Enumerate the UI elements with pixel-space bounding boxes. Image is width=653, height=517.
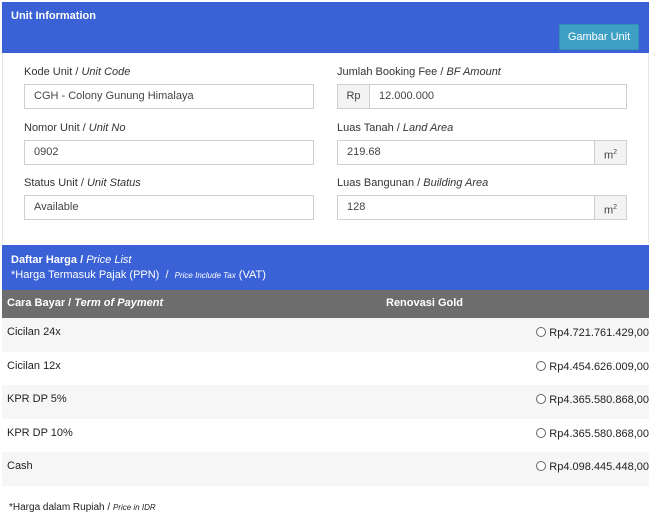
- price-list-title: Daftar Harga / Price List: [11, 254, 132, 266]
- price-option[interactable]: Rp4.098.445.448,00: [536, 461, 649, 473]
- kode-unit-field[interactable]: CGH - Colony Gunung Himalaya: [24, 84, 314, 109]
- tax-note: *Harga Termasuk Pajak (PPN) / Price Incl…: [11, 269, 266, 281]
- price-value: Rp4.098.445.448,00: [549, 461, 649, 473]
- table-row: Cicilan 24x Rp4.721.761.429,00: [2, 318, 649, 352]
- nomor-unit-field[interactable]: 0902: [24, 140, 314, 165]
- kode-unit-label: Kode Unit / Unit Code: [24, 66, 131, 78]
- unit-info-title: Unit Information: [11, 10, 96, 22]
- price-option[interactable]: Rp4.365.580.868,00: [536, 428, 649, 440]
- luas-bangunan-field[interactable]: 128: [337, 195, 595, 220]
- payment-term: Cash: [7, 460, 33, 472]
- price-list-header: Daftar Harga / Price List *Harga Termasu…: [2, 245, 649, 290]
- table-row: KPR DP 5% Rp4.365.580.868,00: [2, 385, 649, 419]
- unit-info-header: Unit Information Gambar Unit: [2, 2, 649, 53]
- table-row: Cash Rp4.098.445.448,00: [2, 452, 649, 486]
- term-column-header: Cara Bayar / Term of Payment: [7, 297, 164, 309]
- luas-bangunan-label: Luas Bangunan / Building Area: [337, 177, 489, 189]
- luas-tanah-label: Luas Tanah / Land Area: [337, 122, 454, 134]
- table-row: KPR DP 10% Rp4.365.580.868,00: [2, 419, 649, 453]
- currency-prefix: Rp: [337, 84, 370, 109]
- price-table-header: Cara Bayar / Term of Payment Renovasi Go…: [2, 290, 649, 318]
- gambar-unit-button[interactable]: Gambar Unit: [559, 24, 639, 50]
- status-unit-field[interactable]: Available: [24, 195, 314, 220]
- price-value: Rp4.721.761.429,00: [549, 327, 649, 339]
- radio-button[interactable]: [536, 428, 547, 438]
- unit-info-form: Kode Unit / Unit Code CGH - Colony Gunun…: [2, 53, 649, 243]
- building-area-unit: m2: [594, 195, 627, 220]
- radio-button[interactable]: [536, 361, 547, 371]
- price-option[interactable]: Rp4.721.761.429,00: [536, 327, 649, 339]
- radio-button[interactable]: [536, 394, 547, 404]
- price-value: Rp4.454.626.009,00: [549, 361, 649, 373]
- price-value: Rp4.365.580.868,00: [549, 428, 649, 440]
- payment-term: KPR DP 10%: [7, 427, 73, 439]
- price-footnote: *Harga dalam Rupiah / Price in IDR: [9, 502, 156, 513]
- nomor-unit-label: Nomor Unit / Unit No: [24, 122, 126, 134]
- renovasi-gold-column-header: Renovasi Gold: [386, 297, 464, 309]
- payment-term: KPR DP 5%: [7, 393, 67, 405]
- status-unit-label: Status Unit / Unit Status: [24, 177, 141, 189]
- radio-button[interactable]: [536, 327, 547, 337]
- price-value: Rp4.365.580.868,00: [549, 394, 649, 406]
- payment-term: Cicilan 24x: [7, 326, 61, 338]
- payment-term: Cicilan 12x: [7, 360, 61, 372]
- booking-fee-field[interactable]: 12.000.000: [369, 84, 627, 109]
- radio-button[interactable]: [536, 461, 547, 471]
- price-option[interactable]: Rp4.365.580.868,00: [536, 394, 649, 406]
- price-option[interactable]: Rp4.454.626.009,00: [536, 361, 649, 373]
- land-area-unit: m2: [594, 140, 627, 165]
- table-row: Cicilan 12x Rp4.454.626.009,00: [2, 352, 649, 386]
- luas-tanah-field[interactable]: 219.68: [337, 140, 595, 165]
- booking-fee-label: Jumlah Booking Fee / BF Amount: [337, 66, 501, 78]
